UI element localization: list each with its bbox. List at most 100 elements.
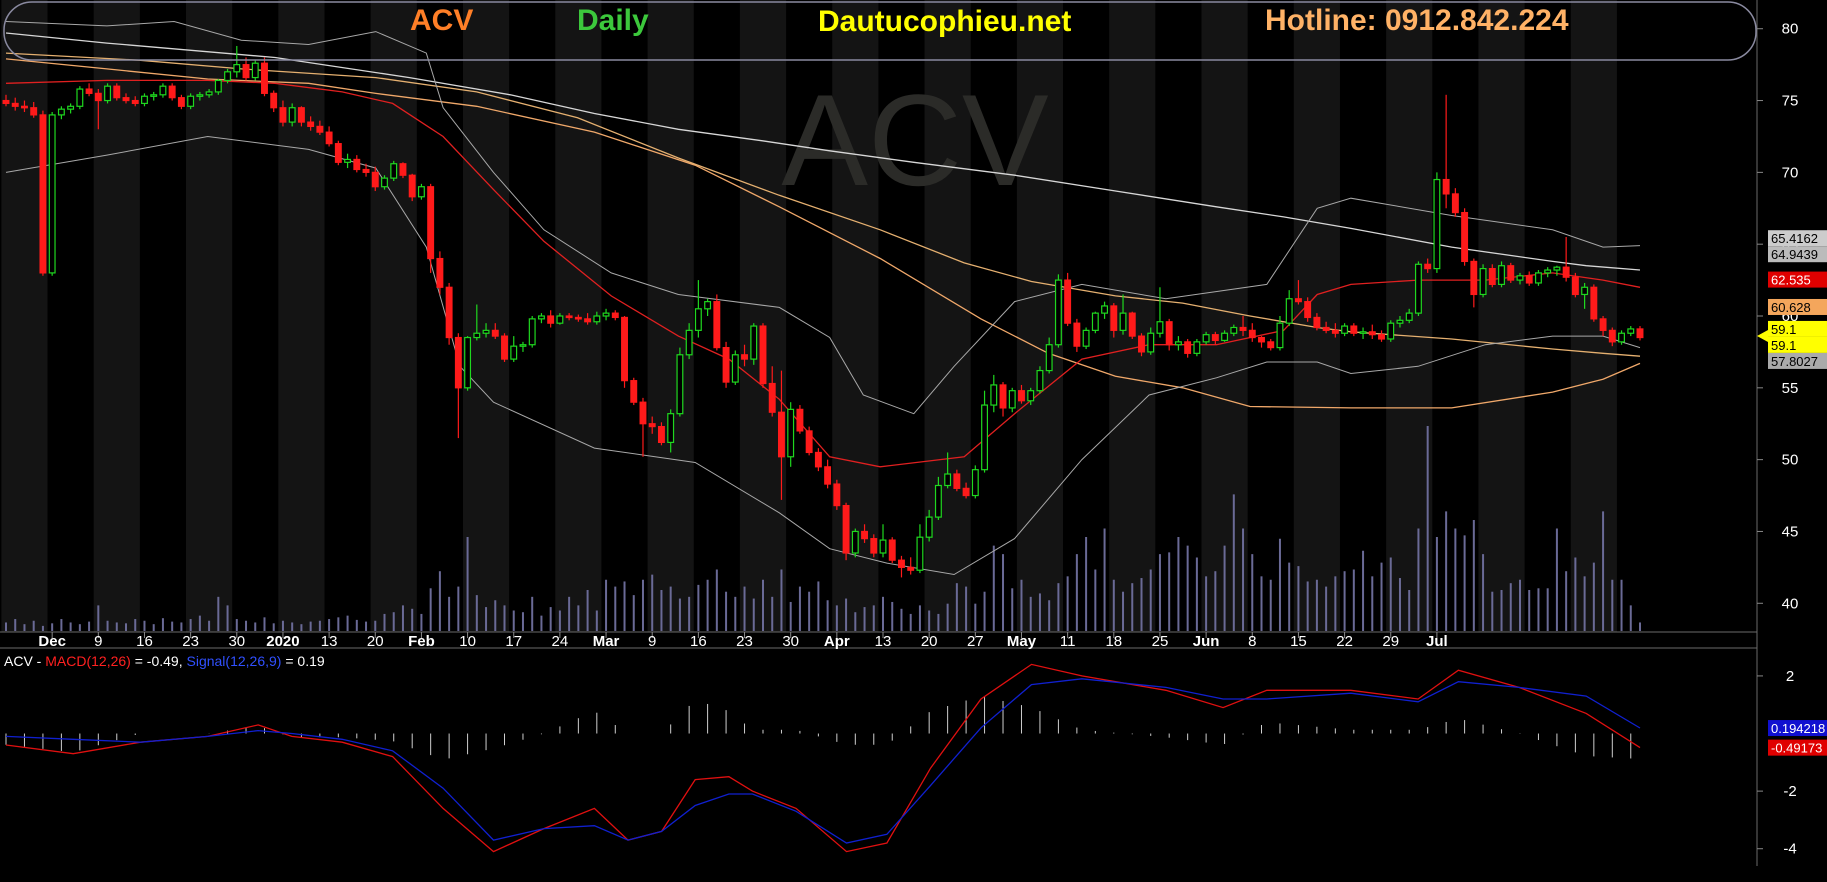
candle-body: [1608, 329, 1616, 343]
candle-body: [11, 102, 19, 107]
candle: [417, 183, 425, 200]
candle-body: [639, 401, 647, 425]
week-band: [1478, 0, 1525, 632]
candle-body: [1036, 369, 1044, 392]
candle-body: [907, 566, 915, 571]
date-tick-label: 24: [552, 633, 569, 650]
macd-legend-ticker: ACV: [4, 653, 33, 669]
candle-body: [777, 411, 785, 458]
price-tick-label: 75: [1782, 93, 1799, 110]
candle-body: [371, 171, 379, 188]
date-tick-label: Jun: [1193, 633, 1220, 650]
candle-body: [1248, 329, 1256, 339]
candle-body: [1618, 332, 1625, 343]
candle: [334, 140, 342, 166]
candle: [1387, 320, 1395, 342]
candle-body: [1101, 305, 1109, 314]
candle-body: [1276, 322, 1284, 349]
candle: [1479, 264, 1487, 298]
price-badge: 57.8027: [1768, 352, 1827, 369]
candle-body: [657, 426, 665, 444]
candle: [796, 405, 804, 434]
candle-body: [353, 158, 361, 171]
date-tick-label: 29: [1382, 633, 1399, 650]
price-badge-text: 59.1: [1771, 338, 1796, 353]
candle-body: [593, 315, 601, 323]
candle-body: [307, 121, 315, 128]
candle-body: [482, 329, 490, 334]
candle-body: [556, 315, 564, 324]
candle-body: [722, 347, 730, 383]
price-badge-text: 57.8027: [1771, 354, 1818, 369]
date-tick-label: 23: [736, 633, 753, 650]
watermark-ticker: ACV: [781, 67, 1049, 213]
date-tick-label: 16: [690, 633, 707, 650]
date-tick-label: 25: [1152, 633, 1169, 650]
candle-body: [861, 530, 869, 540]
macd-badge-text: -0.49173: [1771, 741, 1822, 756]
candle: [39, 110, 47, 276]
candle: [621, 316, 628, 388]
candle-body: [1294, 298, 1302, 303]
price-badge-text: 60.628: [1771, 300, 1811, 315]
candle-body: [1054, 279, 1062, 346]
candle-body: [1442, 178, 1450, 195]
candle-body: [362, 168, 370, 173]
date-tick-label: 30: [782, 633, 799, 650]
candle-body: [824, 466, 832, 485]
candle: [445, 282, 453, 345]
candle: [1091, 311, 1099, 334]
candle-body: [621, 316, 628, 382]
price-badge-text: 65.4162: [1771, 231, 1818, 246]
candle-body: [251, 62, 259, 79]
candle: [501, 333, 508, 362]
candle-body: [547, 315, 555, 324]
candle-body: [1184, 341, 1192, 354]
candle-body: [1082, 329, 1090, 347]
signal-legend-value: = 0.19: [281, 653, 324, 669]
date-tick-label: 13: [875, 633, 892, 650]
candle: [1128, 311, 1136, 339]
candle: [214, 79, 222, 95]
candle-body: [916, 536, 924, 571]
candle-body: [842, 505, 850, 554]
candle-body: [1636, 328, 1644, 339]
candle-body: [1350, 325, 1358, 334]
candle-body: [1128, 312, 1136, 337]
candle-body: [445, 286, 453, 339]
macd-badge: -0.49173: [1768, 739, 1827, 756]
candle-body: [344, 158, 352, 163]
candle-body: [57, 108, 65, 116]
candle-body: [177, 97, 185, 107]
candle-body: [750, 325, 758, 360]
candle-body: [1433, 178, 1441, 270]
candle: [787, 402, 795, 467]
week-band: [1, 0, 48, 632]
week-band: [647, 0, 694, 632]
candle: [408, 173, 416, 202]
candle-body: [1368, 331, 1376, 336]
candle-body: [1091, 312, 1099, 331]
macd-legend-sep: -: [33, 653, 45, 669]
price-tick-label: 55: [1782, 380, 1799, 397]
candle: [630, 377, 638, 406]
candle: [713, 294, 721, 351]
candle-body: [399, 163, 407, 176]
candle-body: [833, 483, 841, 507]
date-tick-label: Feb: [408, 633, 435, 650]
candle-body: [1230, 326, 1238, 334]
candle-body: [851, 530, 859, 554]
candle-body: [704, 301, 712, 310]
candle-body: [436, 257, 444, 288]
candle: [399, 162, 407, 179]
candle-body: [390, 163, 398, 179]
candle-body: [1470, 260, 1478, 296]
candle-body: [270, 92, 278, 109]
candle-body: [1387, 322, 1395, 340]
stock-chart: ACV ACV Daily Dautucophieu.net Hotline: …: [0, 0, 1827, 882]
macd-legend: ACV - MACD(12,26) = -0.49, Signal(12,26,…: [4, 653, 325, 669]
date-tick-label: 2020: [266, 633, 299, 650]
candle-body: [381, 177, 388, 188]
candle: [842, 502, 850, 561]
candle-body: [1267, 341, 1275, 349]
